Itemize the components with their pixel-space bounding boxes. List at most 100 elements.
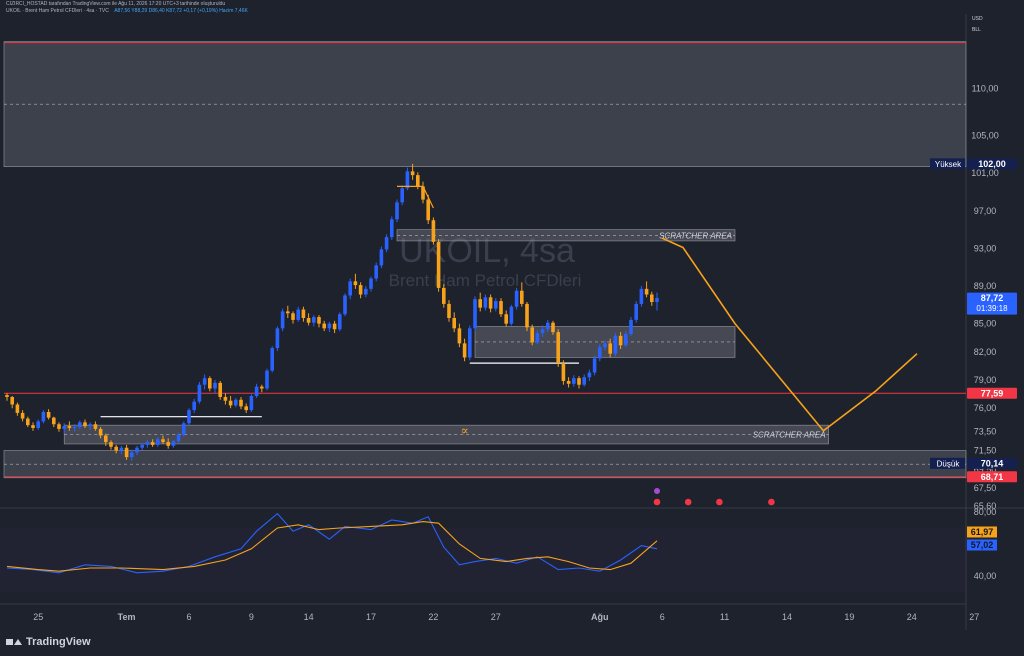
candle (556, 329, 560, 367)
candle-body (499, 301, 503, 315)
candle-body (639, 288, 644, 304)
chart-window: CIZIRCI_HOSTAD tarafından TradingView.co… (0, 0, 1024, 656)
price-tick-label: 76,00 (974, 403, 997, 413)
candle (436, 239, 441, 292)
annotation-mark: ∝ (461, 424, 469, 438)
candle-body (104, 435, 108, 443)
price-label-current-value: 87,72 (981, 293, 1004, 303)
candle-body (582, 377, 586, 385)
candle (187, 408, 191, 426)
candle-body (488, 297, 493, 309)
candle (390, 216, 394, 240)
candle-body (405, 171, 410, 189)
price-tick-label: 89,00 (974, 281, 997, 291)
candle-body (556, 332, 560, 364)
price-label-level-value: 77,59 (981, 388, 1004, 398)
candle-body (265, 370, 269, 389)
footer-bar: TradingView (0, 630, 1024, 656)
candle-body (296, 309, 300, 320)
price-tick-label: 71,50 (974, 446, 997, 456)
candle-body (135, 447, 139, 453)
candle-body (457, 328, 462, 344)
candle-body (431, 220, 436, 242)
price-tick-label: 97,00 (974, 206, 997, 216)
time-tick-label: 27 (969, 612, 979, 622)
event-icon (654, 488, 660, 494)
candle-body (52, 417, 56, 425)
price-chart[interactable]: UKOIL, 4sa Brent Ham Petrol CFDleri SCRA… (0, 0, 1024, 630)
rsi-value-label: 61,97 (971, 527, 994, 537)
candle-body (119, 447, 124, 451)
price-label-high-value: 102,00 (978, 159, 1006, 169)
rsi-tick-label: 40,00 (974, 571, 997, 581)
time-tick-label: 14 (304, 612, 314, 622)
time-tick-label: Tem (118, 612, 136, 622)
candle-body (624, 333, 628, 346)
candle-body (306, 318, 311, 323)
candle-body (31, 425, 35, 428)
candle (379, 246, 384, 269)
candle-body (384, 237, 389, 250)
candle-body (535, 333, 540, 343)
candle-body (280, 311, 285, 329)
candle-body (5, 395, 9, 397)
rsi-value-label: 57,02 (971, 540, 994, 550)
candle-body (551, 322, 555, 333)
candle (182, 421, 186, 437)
candle-body (10, 396, 14, 405)
candle-body (504, 314, 508, 324)
candle (41, 410, 46, 424)
candle-body (494, 301, 498, 309)
candle-body (78, 422, 82, 428)
candle-body (338, 314, 342, 330)
event-icon (716, 498, 723, 506)
price-tick-label: 105,00 (971, 131, 999, 141)
candle-body (613, 335, 618, 354)
candle (634, 301, 638, 323)
candle-body (618, 335, 623, 346)
candle-body (26, 418, 30, 426)
candle-body (327, 323, 332, 329)
time-tick-label: 22 (428, 612, 438, 622)
time-tick-label: Ağu (591, 612, 609, 622)
time-tick-label: 19 (844, 612, 854, 622)
candle-body (598, 347, 602, 359)
candle-body (473, 299, 477, 329)
candle-body (369, 278, 373, 289)
candle-body (286, 311, 290, 314)
candle-body (291, 313, 295, 320)
time-tick-label: 14 (782, 612, 792, 622)
candle-body (514, 290, 519, 307)
price-label-level-value: 68,71 (981, 472, 1004, 482)
candle (218, 380, 222, 400)
candle-body (436, 241, 441, 288)
time-tick-label: 11 (720, 612, 729, 622)
candle-body (67, 426, 72, 428)
candle-body (650, 294, 654, 303)
price-tick-label: 101,00 (971, 168, 999, 178)
zone-label-3: SCRATCHER AREA (753, 431, 826, 440)
candle-body (525, 303, 529, 328)
candle (530, 324, 534, 346)
candle (395, 199, 399, 223)
candle (639, 286, 644, 307)
candle-body (202, 378, 207, 385)
candle (499, 298, 503, 318)
tradingview-logo[interactable]: TradingView (6, 636, 91, 648)
candle-body (468, 328, 472, 358)
candle-body (540, 329, 545, 334)
candle-body (644, 288, 649, 295)
candle-body (317, 317, 321, 324)
candle-body (239, 399, 243, 407)
candle-body (72, 427, 77, 429)
candle-body (208, 378, 212, 389)
candle-body (176, 434, 181, 442)
candle-body (629, 319, 633, 334)
candle-body (46, 412, 51, 418)
price-tick-label: 79,00 (974, 375, 997, 385)
time-tick-label: 6 (186, 612, 191, 622)
candle-body (442, 287, 446, 304)
candle-body (244, 406, 248, 411)
candle (265, 368, 269, 391)
tradingview-icon (6, 637, 22, 647)
